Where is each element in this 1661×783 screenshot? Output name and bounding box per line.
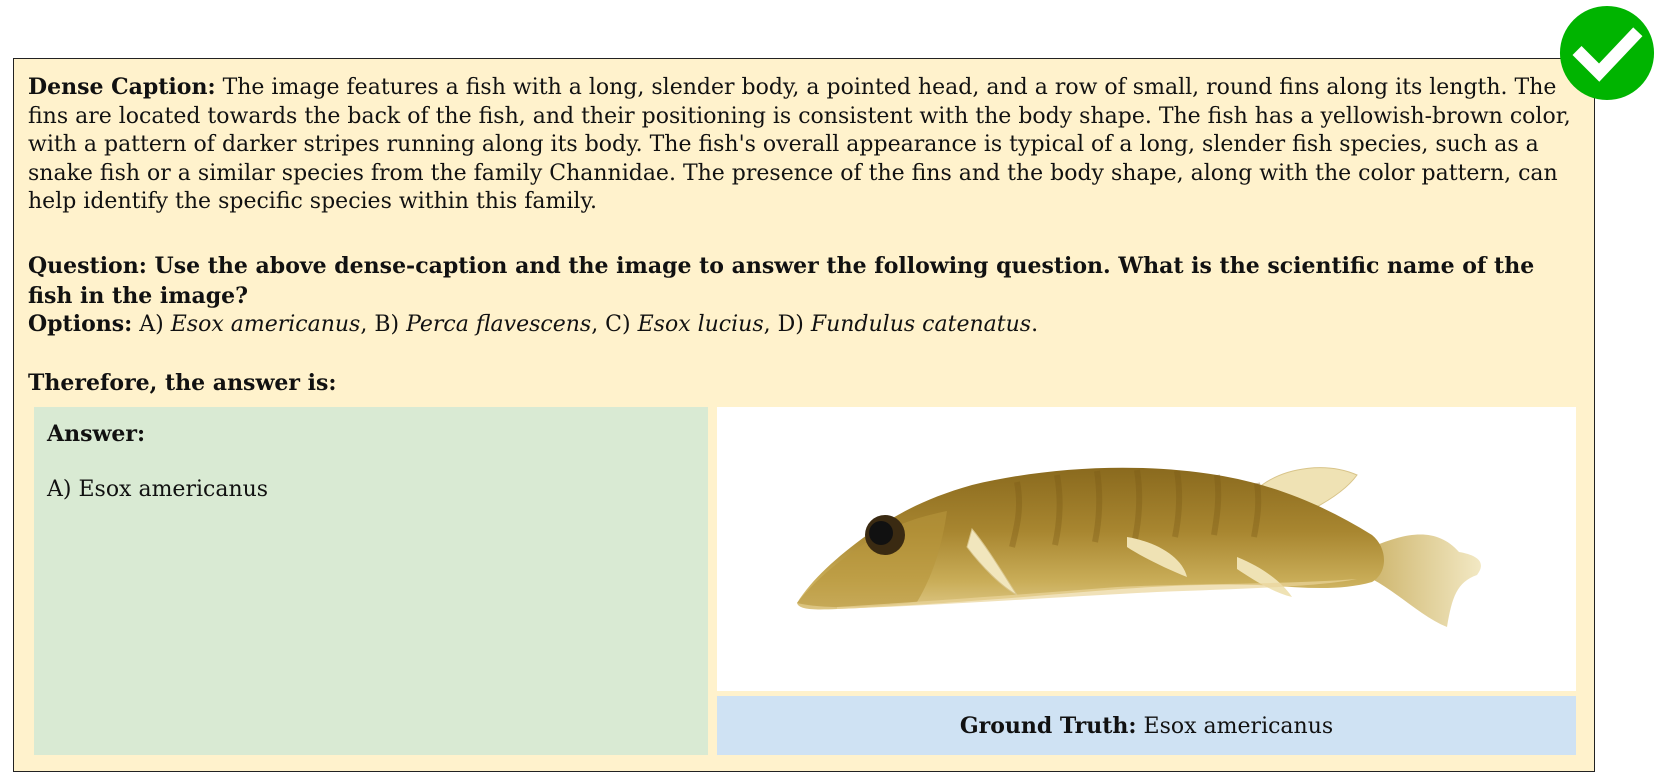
- question: Question: Use the above dense-caption an…: [28, 252, 1578, 311]
- therefore-text: Therefore, the answer is:: [28, 370, 337, 396]
- option-a: Esox americanus: [170, 312, 361, 337]
- ground-truth-box: Ground Truth: Esox americanus: [717, 696, 1576, 755]
- option-c: Esox lucius: [637, 312, 764, 337]
- options: Options: A) Esox americanus, B) Perca fl…: [28, 310, 1578, 340]
- fish-image: [717, 407, 1576, 691]
- dense-caption: Dense Caption: The image features a fish…: [28, 73, 1578, 217]
- therefore-line: Therefore, the answer is:: [28, 369, 1578, 399]
- option-d: Fundulus catenatus: [810, 312, 1032, 337]
- option-c-prefix: , C): [591, 312, 638, 337]
- caption-text: The image features a fish with a long, s…: [28, 75, 1571, 214]
- result-card: Dense Caption: The image features a fish…: [13, 58, 1595, 772]
- option-b-prefix: , B): [360, 312, 407, 337]
- answer-label: Answer:: [47, 421, 146, 447]
- option-b: Perca flavescens: [406, 312, 592, 337]
- ground-truth-label: Ground Truth:: [959, 712, 1137, 739]
- options-end: .: [1031, 312, 1039, 337]
- ground-truth-text: Esox americanus: [1136, 713, 1334, 739]
- caption-label: Dense Caption:: [28, 74, 216, 100]
- fish-illustration: [797, 467, 1481, 627]
- answer-box: Answer: A) Esox americanus: [34, 407, 708, 755]
- checkmark-icon: [1559, 5, 1655, 101]
- answer-text: A) Esox americanus: [47, 477, 269, 502]
- option-a-prefix: A): [132, 312, 171, 337]
- option-d-prefix: , D): [763, 312, 811, 337]
- options-label: Options:: [28, 311, 133, 337]
- question-text: Question: Use the above dense-caption an…: [28, 253, 1535, 309]
